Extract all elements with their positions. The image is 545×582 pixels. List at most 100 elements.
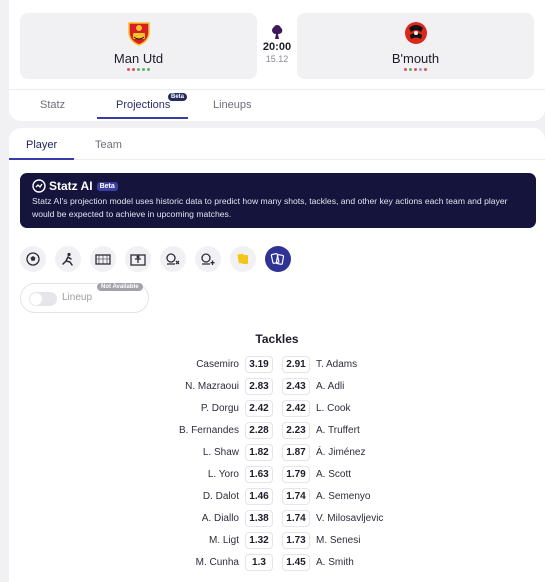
away-player-name[interactable]: A. Adli bbox=[316, 381, 344, 392]
home-player-name[interactable]: Casemiro bbox=[196, 359, 239, 370]
table-row: N. Mazraoui 2.83 2.43 A. Adli bbox=[9, 377, 545, 399]
home-form-dot bbox=[147, 68, 150, 71]
away-form-dot bbox=[424, 68, 427, 71]
home-projection-value: 2.28 bbox=[245, 422, 273, 439]
away-player-name[interactable]: A. Truffert bbox=[316, 425, 360, 436]
away-projection-value: 1.73 bbox=[282, 532, 310, 549]
home-projection-value: 3.19 bbox=[245, 356, 273, 373]
goalkeeper-icon[interactable] bbox=[125, 246, 151, 272]
away-form-dot bbox=[404, 68, 407, 71]
projections-beta-badge: Beta bbox=[168, 93, 188, 101]
home-player-name[interactable]: M. Ligt bbox=[209, 535, 239, 546]
shot-plus-icon[interactable] bbox=[195, 246, 221, 272]
home-projection-value: 1.63 bbox=[245, 466, 273, 483]
home-player-name[interactable]: B. Fernandes bbox=[179, 425, 239, 436]
home-form-dots bbox=[20, 68, 257, 73]
man-utd-crest-icon bbox=[126, 20, 152, 46]
away-projection-value: 1.87 bbox=[282, 444, 310, 461]
yellow-cards-icon[interactable] bbox=[230, 246, 256, 272]
home-team-card[interactable]: Man Utd bbox=[20, 13, 257, 79]
table-row: Casemiro 3.19 2.91 T. Adams bbox=[9, 355, 545, 377]
statz-ai-logo-icon bbox=[32, 179, 46, 193]
away-player-name[interactable]: V. Milosavljevic bbox=[316, 513, 383, 524]
active-tab-indicator bbox=[97, 117, 188, 119]
away-player-name[interactable]: M. Senesi bbox=[316, 535, 360, 546]
home-projection-value: 1.82 bbox=[245, 444, 273, 461]
home-projection-value: 2.42 bbox=[245, 400, 273, 417]
away-projection-value: 1.74 bbox=[282, 488, 310, 505]
kickoff-time: 20:00 bbox=[262, 41, 292, 53]
table-row: L. Yoro 1.63 1.79 A. Scott bbox=[9, 465, 545, 487]
bournemouth-crest-icon bbox=[403, 20, 429, 46]
away-player-name[interactable]: Á. Jiménez bbox=[316, 447, 365, 458]
home-form-dot bbox=[142, 68, 145, 71]
statz-ai-title: Statz AI bbox=[49, 179, 93, 193]
table-row: P. Dorgu 2.42 2.42 L. Cook bbox=[9, 399, 545, 421]
away-player-name[interactable]: L. Cook bbox=[316, 403, 350, 414]
away-projection-value: 2.23 bbox=[282, 422, 310, 439]
away-player-name[interactable]: T. Adams bbox=[316, 359, 357, 370]
tackle-icon[interactable] bbox=[55, 246, 81, 272]
match-center: 20:00 15.12 bbox=[257, 24, 297, 64]
away-form-dot bbox=[414, 68, 417, 71]
subtab-player[interactable]: Player bbox=[26, 139, 57, 151]
not-available-badge: Not Available bbox=[97, 283, 143, 291]
away-projection-value: 2.91 bbox=[282, 356, 310, 373]
sub-tabs: Player Team bbox=[9, 128, 545, 160]
away-projection-value: 1.45 bbox=[282, 554, 310, 571]
home-projection-value: 1.46 bbox=[245, 488, 273, 505]
home-team-name: Man Utd bbox=[113, 51, 164, 66]
home-projection-value: 1.3 bbox=[245, 554, 273, 571]
goal-icon[interactable] bbox=[90, 246, 116, 272]
lineup-toggle-knob bbox=[30, 293, 42, 305]
tab-lineups[interactable]: Lineups bbox=[213, 99, 252, 111]
subtab-team[interactable]: Team bbox=[95, 139, 122, 151]
home-player-name[interactable]: M. Cunha bbox=[196, 557, 239, 568]
stat-title: Tackles bbox=[255, 332, 299, 346]
match-header: Man Utd 20:00 15.12 B'mouth Statz Projec… bbox=[9, 0, 545, 121]
main-tabs: Statz Projections Beta Lineups bbox=[9, 89, 545, 121]
table-row: M. Cunha 1.3 1.45 A. Smith bbox=[9, 553, 545, 575]
table-row: M. Ligt 1.32 1.73 M. Senesi bbox=[9, 531, 545, 553]
statz-ai-beta-badge: Beta bbox=[96, 181, 118, 191]
home-projection-value: 2.83 bbox=[245, 378, 273, 395]
home-player-name[interactable]: D. Dalot bbox=[203, 491, 239, 502]
premier-league-icon bbox=[272, 25, 283, 39]
statz-ai-banner: Statz AI Beta Statz AI's projection mode… bbox=[20, 173, 536, 228]
statz-ai-description: Statz AI's projection model uses histori… bbox=[32, 196, 508, 219]
home-projection-value: 1.32 bbox=[245, 532, 273, 549]
away-form-dots bbox=[297, 68, 534, 73]
away-player-name[interactable]: A. Scott bbox=[316, 469, 351, 480]
table-row: D. Dalot 1.46 1.74 A. Semenyo bbox=[9, 487, 545, 509]
home-form-dot bbox=[127, 68, 130, 71]
away-team-name: B'mouth bbox=[391, 51, 440, 66]
table-row: B. Fernandes 2.28 2.23 A. Truffert bbox=[9, 421, 545, 443]
home-form-dot bbox=[132, 68, 135, 71]
away-form-dot bbox=[409, 68, 412, 71]
match-date: 15.12 bbox=[265, 54, 289, 64]
home-projection-value: 1.38 bbox=[245, 510, 273, 527]
home-player-name[interactable]: N. Mazraoui bbox=[185, 381, 239, 392]
cards-icon[interactable] bbox=[265, 246, 291, 272]
home-player-name[interactable]: P. Dorgu bbox=[201, 403, 239, 414]
tab-projections[interactable]: Projections bbox=[116, 99, 170, 111]
home-player-name[interactable]: L. Yoro bbox=[208, 469, 239, 480]
table-row: A. Diallo 1.38 1.74 V. Milosavljevic bbox=[9, 509, 545, 531]
tab-statz[interactable]: Statz bbox=[40, 99, 65, 111]
football-icon[interactable] bbox=[20, 246, 46, 272]
lineup-toggle-track[interactable] bbox=[29, 292, 57, 306]
lineup-toggle[interactable]: Lineup Not Available bbox=[20, 283, 149, 313]
projections-panel: Player Team Statz AI Beta Statz AI's pro… bbox=[9, 128, 545, 582]
away-projection-value: 1.79 bbox=[282, 466, 310, 483]
active-subtab-indicator bbox=[9, 158, 74, 160]
missed-shot-icon[interactable] bbox=[160, 246, 186, 272]
away-player-name[interactable]: A. Smith bbox=[316, 557, 354, 568]
away-player-name[interactable]: A. Semenyo bbox=[316, 491, 370, 502]
home-form-dot bbox=[137, 68, 140, 71]
away-projection-value: 2.42 bbox=[282, 400, 310, 417]
home-player-name[interactable]: L. Shaw bbox=[203, 447, 239, 458]
away-team-card[interactable]: B'mouth bbox=[297, 13, 534, 79]
away-form-dot bbox=[419, 68, 422, 71]
away-projection-value: 2.43 bbox=[282, 378, 310, 395]
home-player-name[interactable]: A. Diallo bbox=[202, 513, 239, 524]
